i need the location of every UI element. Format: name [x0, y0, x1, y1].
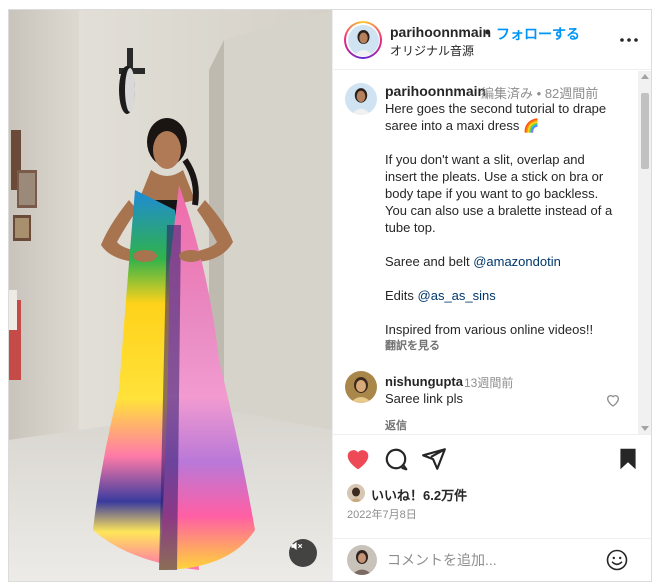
post-date[interactable]: 2022年7月8日 [347, 506, 417, 522]
caption-line: Inspired from various online videos!! [385, 322, 594, 337]
like-button[interactable] [345, 446, 371, 472]
follow-button[interactable]: フォローする [496, 24, 580, 44]
comment-text: Saree link pls [385, 391, 464, 406]
comment-time[interactable]: 13週間前 [464, 374, 513, 391]
caption-username[interactable]: parihoonnmain [385, 83, 486, 99]
commenter-avatar[interactable] [345, 371, 377, 403]
comment-like-button[interactable] [605, 392, 621, 408]
save-button[interactable] [615, 446, 641, 472]
current-user-avatar [347, 545, 377, 575]
mention-link-amazondotin[interactable]: @amazondotin [473, 254, 561, 269]
heart-outline-icon [606, 395, 620, 407]
separator-dot: • [485, 24, 490, 40]
caption-line: insert the pleats. Use a stick on bra or [385, 169, 604, 184]
caption-line: If you don't want a slit, overlap and [385, 152, 585, 167]
comments-list[interactable]: parihoonnmain 編集済み • 82週間前 Here goes the… [333, 71, 651, 434]
see-translation-button[interactable]: 翻訳を見る [385, 337, 440, 353]
audio-link[interactable]: オリジナル音源 [390, 42, 474, 59]
avatar-image [347, 24, 379, 56]
scroll-up-arrow[interactable] [641, 74, 649, 79]
edited-label: 編集済み [481, 86, 534, 101]
caption-line-text: Edits [385, 288, 418, 303]
separator-dot: • [536, 86, 542, 101]
post-side-panel: parihoonnmain • フォローする オリジナル音源 parihoonn… [332, 10, 651, 581]
mention-link-as-as-sins[interactable]: @as_as_sins [418, 288, 496, 303]
speaker-muted-icon [291, 541, 303, 551]
smiley-icon [606, 549, 628, 571]
comments-scrollbar[interactable] [638, 71, 651, 434]
more-options-button[interactable] [617, 28, 641, 52]
post-dialog: parihoonnmain • フォローする オリジナル音源 parihoonn… [8, 9, 652, 582]
post-video[interactable] [9, 10, 332, 581]
comment-bubble-icon [385, 448, 408, 471]
add-comment-bar [333, 538, 651, 581]
caption-avatar[interactable] [345, 83, 377, 115]
post-actions: いいね！6.2万件 2022年7月8日 [333, 434, 651, 538]
bookmark-filled-icon [620, 448, 636, 470]
caption-time[interactable]: 82週間前 [545, 86, 598, 101]
avatar-image [347, 484, 365, 502]
caption-line: Edits @as_as_sins [385, 287, 625, 304]
more-horizontal-icon [620, 38, 638, 42]
author-username[interactable]: parihoonnmain [390, 24, 491, 40]
post-header: parihoonnmain • フォローする オリジナル音源 [333, 10, 651, 70]
author-avatar[interactable] [344, 21, 382, 59]
heart-filled-icon [347, 450, 369, 470]
mute-button[interactable] [289, 539, 317, 567]
caption-line: Here goes the second tutorial to drape [385, 101, 607, 116]
scroll-down-arrow[interactable] [641, 426, 649, 431]
avatar-image [345, 83, 377, 115]
paper-plane-icon [422, 448, 446, 470]
comment-button[interactable] [383, 446, 409, 472]
caption-line: body tape if you want to go backless. [385, 186, 599, 201]
caption-line: saree into a maxi dress 🌈 [385, 118, 540, 133]
comment-username[interactable]: nishungupta [385, 374, 463, 389]
comment-input[interactable] [387, 548, 597, 572]
caption-line: Saree and belt @amazondotin [385, 253, 625, 270]
scrollbar-thumb[interactable] [641, 93, 649, 169]
emoji-button[interactable] [605, 548, 629, 572]
avatar-image [347, 545, 377, 575]
caption-text: Here goes the second tutorial to drape s… [385, 100, 625, 338]
share-button[interactable] [421, 446, 447, 472]
likes-count[interactable]: いいね！6.2万件 [371, 485, 467, 504]
caption-line-text: Saree and belt [385, 254, 474, 269]
video-frame-illustration [9, 10, 332, 581]
caption-line: You can also use a bralette instead of a [385, 203, 613, 218]
liker-avatar[interactable] [347, 484, 365, 502]
caption-line: tube top. [385, 220, 436, 235]
avatar-image [345, 371, 377, 403]
reply-button[interactable]: 返信 [385, 417, 407, 433]
